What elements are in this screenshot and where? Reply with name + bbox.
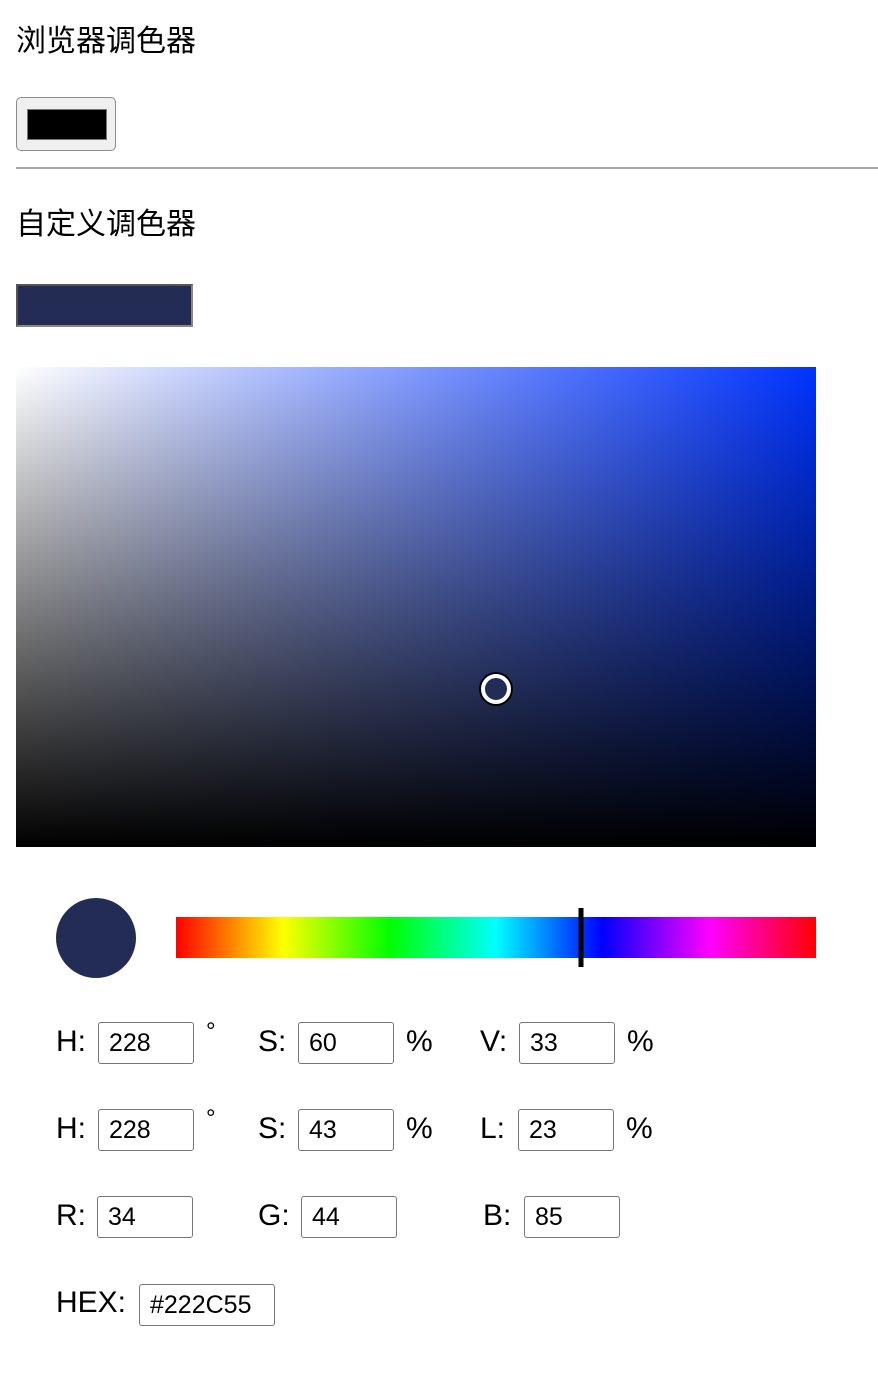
hsv-s-input[interactable]	[298, 1022, 394, 1064]
hsl-s-unit: %	[406, 1112, 433, 1145]
hsl-h-label: H:	[56, 1112, 86, 1145]
hsl-l-input[interactable]	[518, 1109, 614, 1151]
rgb-b-label: B:	[483, 1199, 512, 1232]
hsv-v-input[interactable]	[519, 1022, 615, 1064]
section-divider	[16, 167, 878, 169]
hsv-s-label: S:	[258, 1025, 287, 1058]
saturation-value-area[interactable]	[16, 367, 816, 847]
hsv-v-label: V:	[480, 1025, 508, 1058]
hsv-s-unit: %	[406, 1025, 433, 1058]
hsl-l-label: L:	[480, 1112, 506, 1145]
sv-black-gradient	[16, 367, 816, 847]
hex-label: HEX:	[56, 1286, 127, 1319]
browser-color-swatch	[27, 109, 107, 140]
hsv-v-unit: %	[627, 1025, 654, 1058]
rgb-g-input[interactable]	[301, 1196, 397, 1238]
hsl-l-unit: %	[626, 1112, 653, 1145]
hue-slider[interactable]	[176, 908, 816, 967]
rgb-b-input[interactable]	[524, 1196, 620, 1238]
sv-picker-handle[interactable]	[481, 673, 511, 704]
rgb-r-input[interactable]	[97, 1196, 193, 1238]
hsl-s-input[interactable]	[298, 1109, 394, 1151]
custom-picker-title: 自定义调色器	[16, 207, 196, 242]
browser-picker-title: 浏览器调色器	[16, 24, 196, 59]
rgb-r-label: R:	[56, 1199, 86, 1232]
hex-input[interactable]	[139, 1284, 275, 1326]
browser-color-input[interactable]	[16, 97, 116, 151]
hsv-h-unit: °	[206, 1018, 216, 1045]
hsv-h-label: H:	[56, 1025, 86, 1058]
rgb-g-label: G:	[258, 1199, 290, 1232]
hsv-h-input[interactable]	[98, 1022, 194, 1064]
hsl-s-label: S:	[258, 1112, 287, 1145]
hsl-h-input[interactable]	[98, 1109, 194, 1151]
hue-slider-handle[interactable]	[578, 908, 584, 967]
hsl-h-unit: °	[206, 1105, 216, 1132]
color-preview-circle	[56, 898, 136, 978]
custom-color-swatch[interactable]	[16, 284, 193, 327]
